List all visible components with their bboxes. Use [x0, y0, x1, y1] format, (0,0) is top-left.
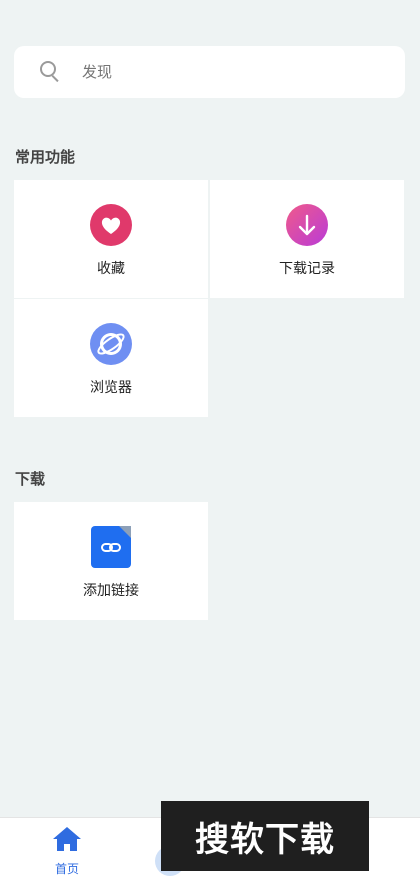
tile-download-records[interactable]: 下载记录 — [210, 180, 404, 298]
home-icon — [52, 826, 82, 856]
search-icon — [40, 61, 62, 83]
planet-icon — [90, 323, 132, 365]
page: 常用功能 收藏 下载记录 浏览器 下载 — [0, 0, 420, 883]
tile-add-link-label: 添加链接 — [83, 583, 139, 599]
search-input[interactable] — [82, 63, 382, 81]
tile-favorites-label: 收藏 — [97, 261, 125, 277]
link-file-icon — [91, 526, 131, 568]
tile-browser[interactable]: 浏览器 — [14, 299, 208, 417]
tab-home-label: 首页 — [54, 862, 79, 876]
tile-favorites[interactable]: 收藏 — [14, 180, 208, 298]
tab-home[interactable]: 首页 — [40, 826, 94, 876]
tile-add-link[interactable]: 添加链接 — [14, 502, 208, 620]
section-title-common: 常用功能 — [15, 148, 76, 166]
tile-browser-label: 浏览器 — [90, 380, 132, 396]
section-title-download: 下载 — [15, 470, 46, 488]
search-bar[interactable] — [14, 46, 405, 98]
tile-download-records-label: 下载记录 — [279, 261, 335, 277]
heart-icon — [90, 204, 132, 246]
download-arrow-icon — [286, 204, 328, 246]
watermark: 搜软下载 — [161, 801, 369, 871]
